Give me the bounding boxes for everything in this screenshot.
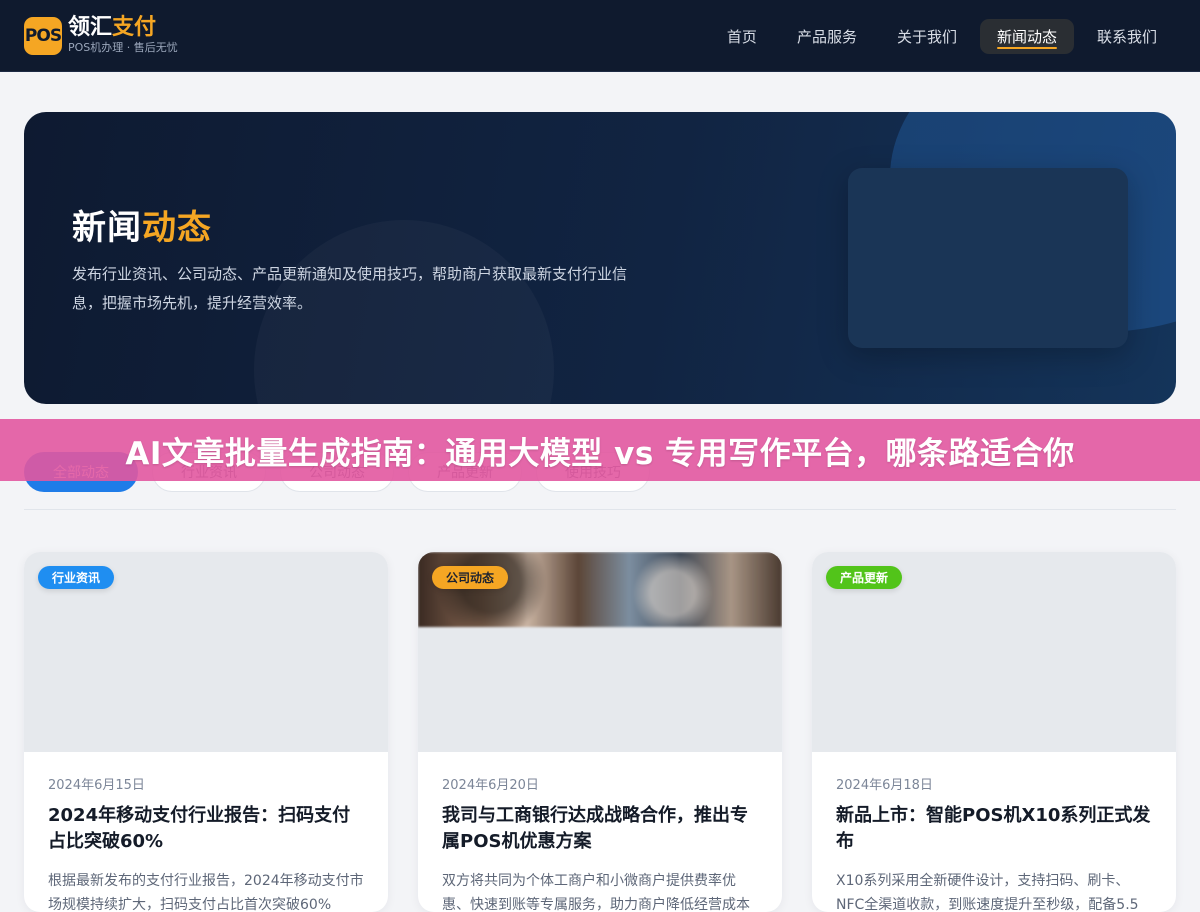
logo-text: 领汇支付 POS机办理 · 售后无忧 [68, 16, 178, 55]
top-header: POS 领汇支付 POS机办理 · 售后无忧 首页 产品服务 关于我们 新闻动态… [0, 0, 1200, 72]
article-category-tag: 产品更新 [826, 566, 903, 589]
article-excerpt: 双方将共同为个体工商户和小微商户提供费率优惠、快速到账等专属服务，助力商户降低经… [442, 873, 750, 912]
nav-item-home[interactable]: 首页 [710, 19, 774, 54]
article-date: 2024年6月18日 [836, 778, 933, 793]
article-category-tag: 行业资讯 [38, 566, 115, 589]
nav-item-news[interactable]: 新闻动态 [979, 19, 1074, 54]
main-nav: 首页 产品服务 关于我们 新闻动态 联系我们 [710, 19, 1174, 54]
article-date: 2024年6月20日 [442, 778, 539, 793]
article-title[interactable]: 我司与工商银行达成战略合作，推出专属POS机优惠方案 [442, 803, 758, 855]
article-category-tag: 公司动态 [432, 566, 509, 589]
brand-name-part2: 支付 [112, 15, 157, 40]
article-title[interactable]: 2024年移动支付行业报告：扫码支付占比突破60% [48, 803, 364, 855]
logo-badge: POS [24, 16, 62, 55]
overlay-banner: AI文章批量生成指南：通用大模型 vs 专用写作平台，哪条路适合你 [0, 419, 1200, 481]
brand-logo[interactable]: POS 领汇支付 POS机办理 · 售后无忧 [24, 16, 178, 55]
hero-banner: 新闻动态 发布行业资讯、公司动态、产品更新通知及使用技巧，帮助商户获取最新支付行… [24, 112, 1176, 404]
hero-description: 发布行业资讯、公司动态、产品更新通知及使用技巧，帮助商户获取最新支付行业信息，把… [72, 265, 628, 312]
article-title[interactable]: 新品上市：智能POS机X10系列正式发布 [836, 803, 1152, 855]
page-title-part1: 新闻 [72, 208, 142, 248]
article-excerpt: X10系列采用全新硬件设计，支持扫码、刷卡、NFC全渠道收款，到账速度提升至秒级… [836, 873, 1139, 912]
article-photo [418, 552, 782, 627]
brand-tagline: POS机办理 · 售后无忧 [68, 41, 178, 54]
article-body: 2024年6月18日 新品上市：智能POS机X10系列正式发布 X10系列采用全… [836, 752, 1152, 912]
article-date: 2024年6月15日 [48, 778, 145, 793]
nav-item-contact[interactable]: 联系我们 [1080, 19, 1174, 54]
article-card[interactable]: 产品更新 2024年6月18日 新品上市：智能POS机X10系列正式发布 X10… [812, 552, 1176, 912]
nav-item-about[interactable]: 关于我们 [880, 19, 974, 54]
section-divider [24, 509, 1176, 510]
nav-item-products[interactable]: 产品服务 [780, 19, 874, 54]
page-title: 新闻动态 [72, 200, 212, 249]
brand-name-part1: 领汇 [68, 15, 113, 40]
article-excerpt: 根据最新发布的支付行业报告，2024年移动支付市场规模持续扩大，扫码支付占比首次… [48, 873, 364, 912]
page-title-part2: 动态 [142, 208, 212, 248]
overlay-banner-text: AI文章批量生成指南：通用大模型 vs 专用写作平台，哪条路适合你 [125, 435, 1075, 472]
article-body: 2024年6月20日 我司与工商银行达成战略合作，推出专属POS机优惠方案 双方… [442, 752, 758, 912]
article-card[interactable]: 行业资讯 2024年6月15日 2024年移动支付行业报告：扫码支付占比突破60… [24, 552, 388, 912]
hero-decor-card [848, 168, 1128, 348]
brand-name: 领汇支付 [68, 16, 178, 40]
article-body: 2024年6月15日 2024年移动支付行业报告：扫码支付占比突破60% 根据最… [48, 752, 364, 912]
article-card[interactable]: 公司动态 2024年6月20日 我司与工商银行达成战略合作，推出专属POS机优惠… [418, 552, 782, 912]
